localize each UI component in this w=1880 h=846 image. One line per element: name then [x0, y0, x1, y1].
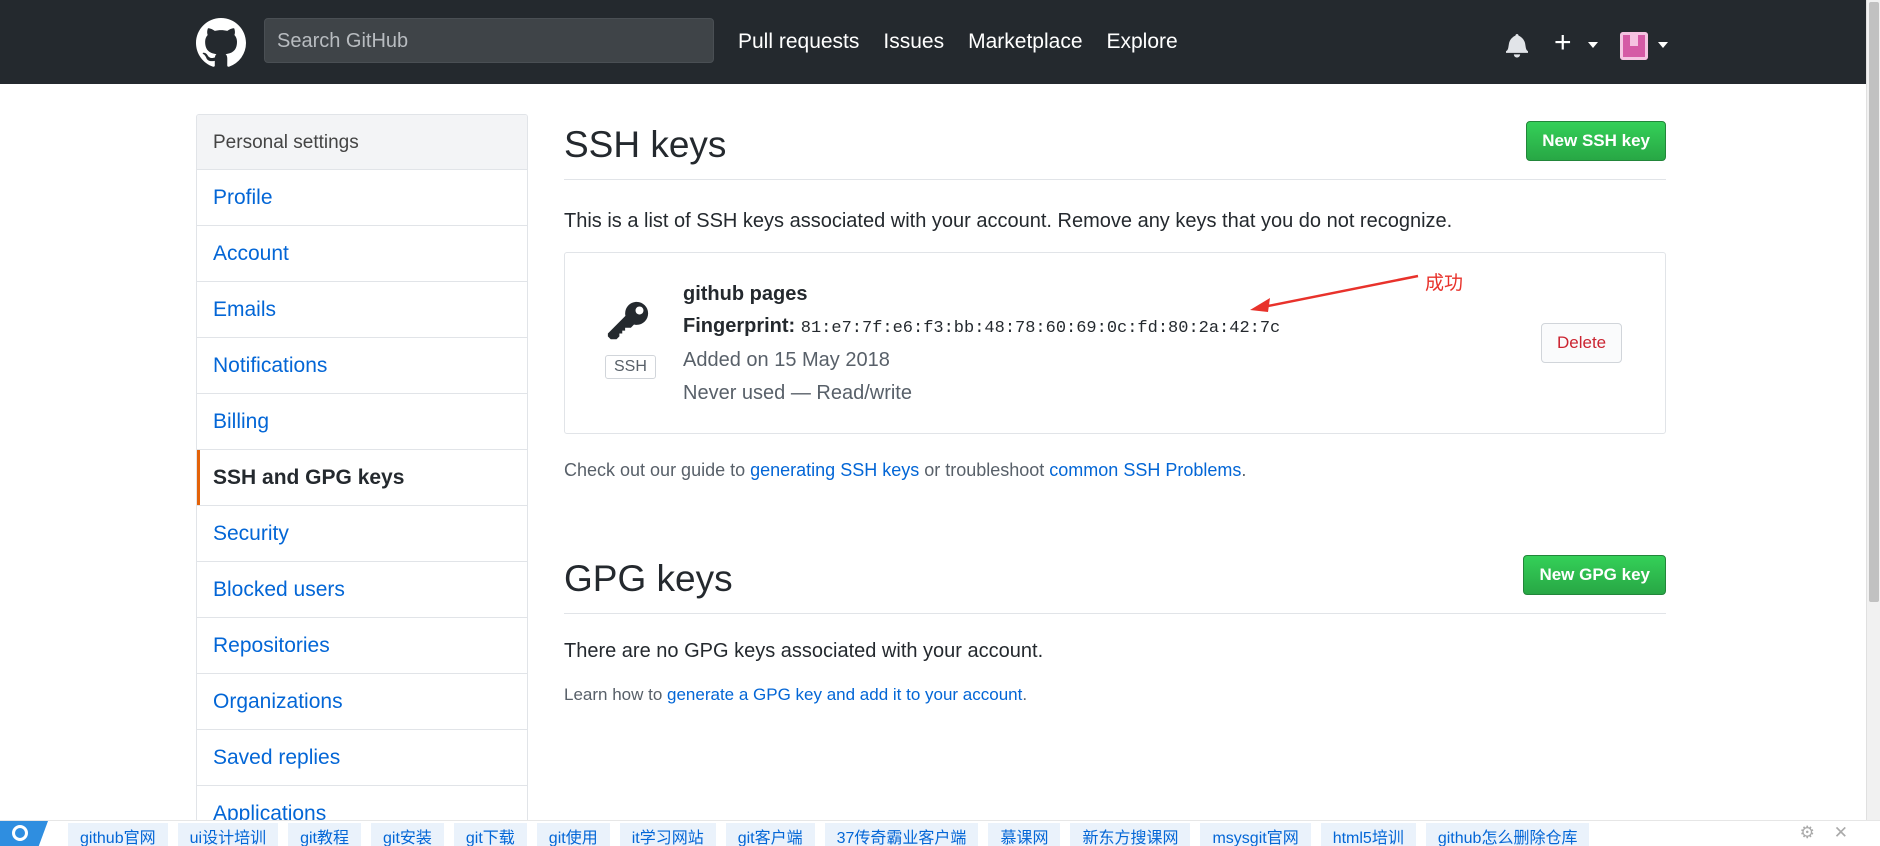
create-new-button[interactable]: + [1554, 28, 1572, 58]
new-gpg-key-button[interactable]: New GPG key [1523, 555, 1666, 595]
learn-suffix: . [1022, 685, 1028, 704]
key-added-date: Added on 15 May 2018 [683, 349, 890, 371]
ssh-keys-title: SSH keys [564, 124, 727, 165]
sidebar-item-profile[interactable]: Profile [197, 170, 527, 226]
scrollbar[interactable] [1866, 0, 1880, 846]
fingerprint-label: Fingerprint: [683, 315, 796, 337]
top-header: Search GitHub Pull requests Issues Marke… [0, 0, 1866, 84]
gpg-keys-title: GPG keys [564, 558, 733, 599]
gpg-section-header: GPG keys New GPG key [564, 548, 1666, 614]
sidebar-heading: Personal settings [197, 115, 527, 170]
bookmarks-bar: github官网 ui设计培训 git教程 git安装 git下载 git使用 … [0, 820, 1880, 846]
ssh-badge: SSH [605, 355, 656, 379]
fingerprint-value: 81:e7:7f:e6:f3:bb:48:78:60:69:0c:fd:80:2… [800, 319, 1281, 338]
key-name: github pages [683, 283, 808, 305]
gpg-section: GPG keys New GPG key [564, 548, 1666, 614]
sidebar-item-account[interactable]: Account [197, 226, 527, 282]
common-ssh-problems-link[interactable]: common SSH Problems [1049, 460, 1241, 480]
guide-mid: or troubleshoot [919, 460, 1050, 480]
sidebar-item-billing[interactable]: Billing [197, 394, 527, 450]
main-content: SSH keys New SSH key This is a list of S… [564, 114, 1666, 704]
bookmark-link[interactable]: github怎么删除仓库 [1425, 823, 1590, 846]
generating-ssh-keys-link[interactable]: generating SSH keys [750, 460, 919, 480]
sidebar-item-security[interactable]: Security [197, 506, 527, 562]
key-usage: Never used — Read/write [683, 382, 912, 404]
settings-sidebar: Personal settings Profile Account Emails… [196, 114, 528, 834]
bookmark-links: github官网 ui设计培训 git教程 git安装 git下载 git使用 … [68, 823, 1590, 846]
bookmark-link[interactable]: html5培训 [1320, 823, 1416, 846]
success-annotation: 成功 [1425, 273, 1464, 294]
chevron-down-icon[interactable] [1588, 42, 1598, 48]
nav-marketplace[interactable]: Marketplace [968, 30, 1082, 54]
annotation-arrow-icon [1250, 274, 1419, 312]
bookmark-link[interactable]: 慕课网 [988, 823, 1061, 846]
bookmark-link[interactable]: git安装 [370, 823, 444, 846]
bookmark-tools: ⚙ ✕ [1800, 823, 1848, 843]
bookmark-link[interactable]: git下载 [453, 823, 527, 846]
gpg-empty-text: There are no GPG keys associated with yo… [564, 640, 1044, 662]
nav-explore[interactable]: Explore [1107, 30, 1178, 54]
bookmark-link[interactable]: git使用 [536, 823, 610, 846]
chevron-down-icon[interactable] [1658, 42, 1668, 48]
scrollbar-thumb[interactable] [1869, 2, 1879, 602]
nav-issues[interactable]: Issues [883, 30, 944, 54]
ssh-description: This is a list of SSH keys associated wi… [564, 210, 1453, 232]
guide-suffix: . [1241, 460, 1247, 480]
bookmark-link[interactable]: github官网 [68, 823, 168, 846]
top-nav: Pull requests Issues Marketplace Explore [738, 30, 1178, 54]
delete-key-button[interactable]: Delete [1541, 323, 1623, 363]
sidebar-item-emails[interactable]: Emails [197, 282, 527, 338]
new-ssh-key-button[interactable]: New SSH key [1526, 121, 1666, 161]
sidebar-item-saved-replies[interactable]: Saved replies [197, 730, 527, 786]
ssh-key-item: SSH github pages Fingerprint: 81:e7:7f:e… [564, 252, 1666, 434]
ssh-guide-text: Check out our guide to generating SSH ke… [564, 460, 1246, 481]
nav-pull-requests[interactable]: Pull requests [738, 30, 859, 54]
bookmark-link[interactable]: git客户端 [725, 823, 815, 846]
learn-prefix: Learn how to [564, 685, 668, 704]
ssh-section-header: SSH keys New SSH key [564, 114, 1666, 180]
bookmark-link[interactable]: ui设计培训 [177, 823, 279, 846]
gpg-learn-text: Learn how to generate a GPG key and add … [564, 685, 1027, 705]
guide-prefix: Check out our guide to [564, 460, 751, 480]
key-fingerprint: Fingerprint: 81:e7:7f:e6:f3:bb:48:78:60:… [683, 315, 1280, 338]
avatar-pattern-icon [1620, 32, 1648, 60]
sidebar-item-repositories[interactable]: Repositories [197, 618, 527, 674]
bookmark-link[interactable]: git教程 [288, 823, 361, 846]
github-logo-icon[interactable] [196, 18, 246, 68]
key-icon [607, 301, 649, 340]
sidebar-item-notifications[interactable]: Notifications [197, 338, 527, 394]
bookmark-link[interactable]: it学习网站 [619, 823, 716, 846]
sidebar-item-blocked-users[interactable]: Blocked users [197, 562, 527, 618]
generate-gpg-key-link[interactable]: generate a GPG key and add it to your ac… [667, 685, 1022, 704]
sidebar-item-ssh-gpg-keys[interactable]: SSH and GPG keys [197, 450, 527, 506]
search-input[interactable]: Search GitHub [264, 18, 714, 63]
sidebar-item-organizations[interactable]: Organizations [197, 674, 527, 730]
bookmark-link[interactable]: 37传奇霸业客户端 [824, 823, 979, 846]
close-icon[interactable]: ✕ [1834, 823, 1848, 842]
avatar[interactable] [1620, 32, 1648, 60]
bookmark-link[interactable]: 新东方搜课网 [1070, 823, 1191, 846]
bell-icon[interactable] [1506, 32, 1528, 58]
bookmark-link[interactable]: msysgit官网 [1200, 823, 1311, 846]
search-icon[interactable] [0, 821, 48, 846]
gear-icon[interactable]: ⚙ [1800, 823, 1815, 842]
